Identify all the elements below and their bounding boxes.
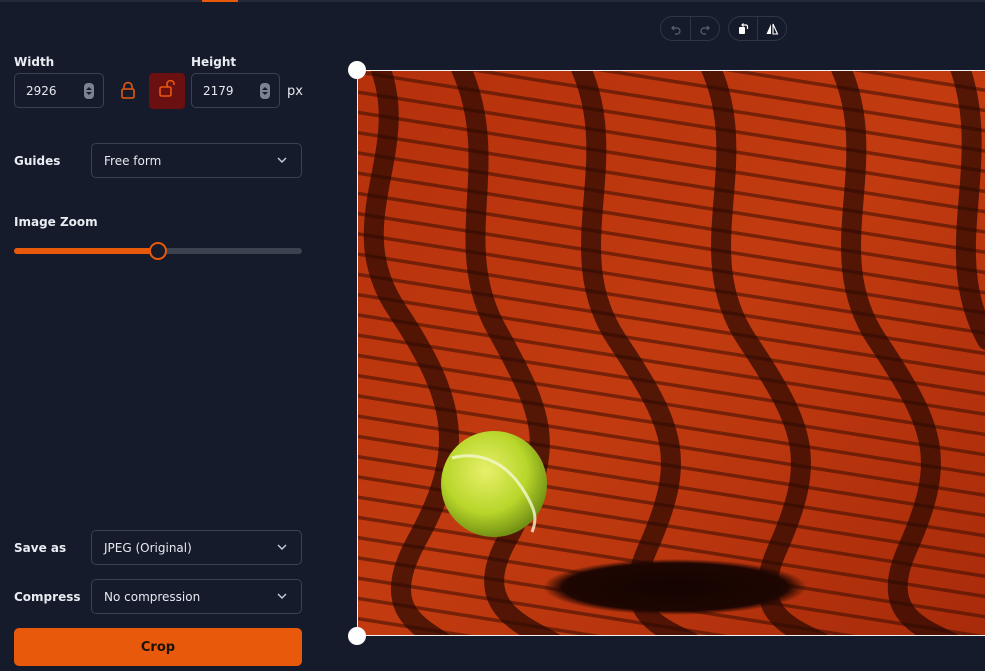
guides-label: Guides — [14, 154, 61, 168]
aspect-unlock-button[interactable] — [149, 73, 185, 109]
lock-icon[interactable] — [119, 81, 137, 101]
zoom-slider-fill — [14, 248, 158, 254]
compress-select[interactable]: No compression — [91, 579, 302, 614]
height-input[interactable]: 2179 — [191, 73, 280, 108]
undo-button[interactable] — [661, 17, 690, 40]
rotate-button[interactable] — [729, 17, 757, 40]
transform-toolbar — [728, 16, 787, 41]
height-value: 2179 — [203, 83, 234, 98]
compress-label: Compress — [14, 590, 81, 604]
chevron-down-icon — [277, 544, 287, 550]
flip-icon — [766, 23, 779, 35]
width-value: 2926 — [26, 83, 57, 98]
guides-select[interactable]: Free form — [91, 143, 302, 178]
unit-label: px — [287, 84, 303, 99]
crop-button[interactable]: Crop — [14, 628, 302, 666]
history-toolbar — [660, 16, 720, 41]
zoom-slider-thumb[interactable] — [149, 242, 167, 260]
tennis-ball-photo — [357, 70, 985, 636]
chevron-down-icon — [277, 157, 287, 163]
redo-icon — [700, 25, 710, 35]
width-input[interactable]: 2926 — [14, 73, 104, 108]
settings-panel: Width Height 2926 2179 px Guides Free fo… — [0, 2, 318, 671]
save-as-select[interactable]: JPEG (Original) — [91, 530, 302, 565]
chevron-down-icon — [277, 593, 287, 599]
height-stepper[interactable] — [260, 83, 270, 99]
image-canvas[interactable] — [357, 70, 985, 636]
undo-icon — [670, 25, 681, 35]
save-as-label: Save as — [14, 541, 67, 555]
width-label: Width — [14, 55, 55, 69]
guides-value: Free form — [104, 153, 162, 168]
save-as-value: JPEG (Original) — [104, 540, 192, 555]
crop-handle-top-left[interactable] — [348, 61, 366, 79]
zoom-label: Image Zoom — [14, 215, 98, 229]
compress-value: No compression — [104, 589, 201, 604]
width-stepper[interactable] — [84, 83, 94, 99]
flip-button[interactable] — [757, 17, 786, 40]
unlock-icon — [158, 79, 176, 103]
height-label: Height — [191, 55, 237, 69]
rotate-icon — [739, 22, 749, 34]
redo-button[interactable] — [690, 17, 719, 40]
crop-handle-bottom-left[interactable] — [348, 627, 366, 645]
